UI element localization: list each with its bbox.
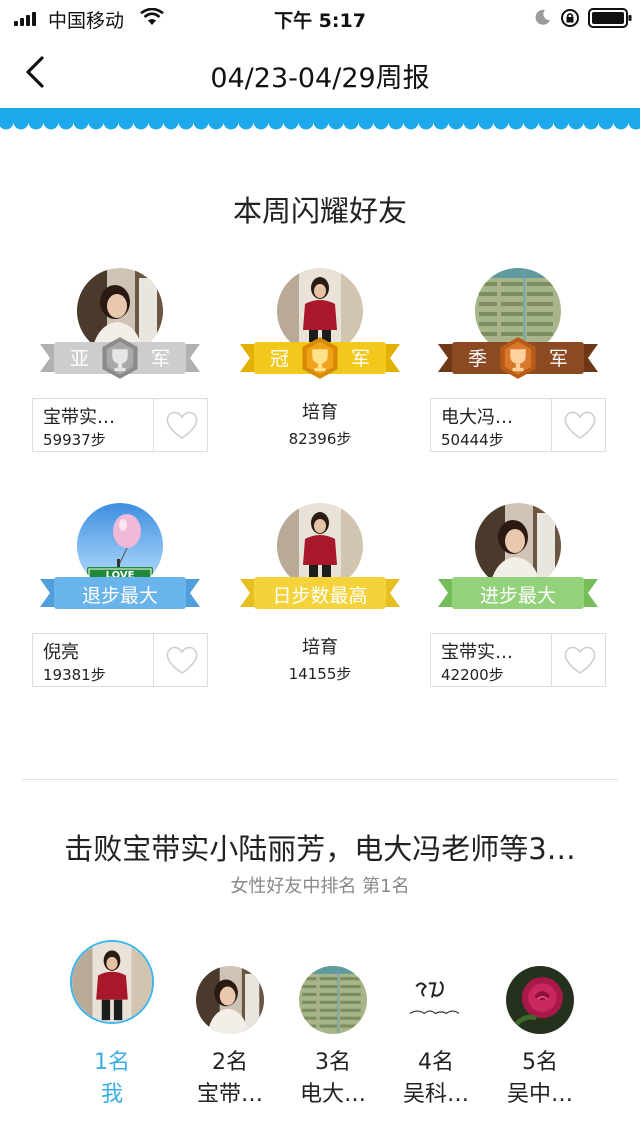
rank-number: 2名 xyxy=(212,1050,248,1075)
friend-info-box: 宝带实… 59937步 xyxy=(32,398,208,452)
ribbon-label: 退步最大 xyxy=(81,585,158,607)
trophy-icon xyxy=(500,337,536,379)
friend-name: 宝带实… xyxy=(441,642,513,663)
step-count: 59937步 xyxy=(43,431,106,449)
award-card-biggest-decline: 退步最大 倪亮 19381步 xyxy=(32,503,208,693)
step-count: 19381步 xyxy=(43,666,106,684)
section-divider xyxy=(22,779,618,780)
rank-name: 我 xyxy=(100,1082,123,1107)
rank-number: 3名 xyxy=(315,1050,351,1075)
moon-icon xyxy=(535,9,550,25)
heart-icon xyxy=(165,644,199,676)
avatar xyxy=(70,940,154,1024)
rank-name: 吴中… xyxy=(506,1082,573,1107)
award-ribbon: 日步数最高 xyxy=(240,571,400,615)
ranking-item[interactable]: 4名 吴科… xyxy=(381,940,491,1110)
rank-name: 宝带… xyxy=(196,1082,263,1107)
award-card-second-place: 亚 军 宝带实… 59937步 xyxy=(32,268,208,458)
rank-number: 4名 xyxy=(418,1050,454,1075)
avatar xyxy=(299,966,367,1034)
friend-name: 倪亮 xyxy=(43,642,79,663)
wave-divider xyxy=(0,108,640,130)
friend-info-box: 电大冯… 50444步 xyxy=(430,398,606,452)
rank-name: 电大… xyxy=(299,1082,366,1107)
section-title: 本周闪耀好友 xyxy=(232,194,407,228)
ranking-item[interactable]: 5名 吴中… xyxy=(485,940,595,1110)
rank-number: 1名 xyxy=(94,1050,130,1075)
ranking-item[interactable]: 3名 电大… xyxy=(278,940,388,1110)
ranking-item[interactable]: 2名 宝带… xyxy=(175,940,285,1110)
friend-info: 培育 82396步 xyxy=(232,398,408,449)
rank-name: 吴科… xyxy=(402,1082,469,1107)
ribbon-label: 日步数最高 xyxy=(272,585,368,607)
award-ribbon: 季 军 xyxy=(438,336,598,380)
heart-icon xyxy=(563,644,597,676)
award-card-champion: 冠 军 培育 82396步 xyxy=(232,268,408,458)
trophy-icon xyxy=(102,337,138,379)
battery-icon xyxy=(588,8,632,28)
rank-number: 5名 xyxy=(522,1050,558,1075)
award-ribbon: 冠 军 xyxy=(240,336,400,380)
avatar xyxy=(402,966,470,1034)
friend-info-box: 倪亮 19381步 xyxy=(32,633,208,687)
friend-name: 培育 xyxy=(302,402,338,423)
friend-name: 培育 xyxy=(302,637,338,658)
trophy-icon xyxy=(302,337,338,379)
award-ribbon: 亚 军 xyxy=(40,336,200,380)
step-count: 50444步 xyxy=(441,431,504,449)
status-bar: 中国移动 下午 5:17 xyxy=(0,0,640,36)
like-button[interactable] xyxy=(153,399,208,451)
award-ribbon: 退步最大 xyxy=(40,571,200,615)
step-count: 42200步 xyxy=(441,666,504,684)
friend-info: 培育 14155步 xyxy=(232,633,408,684)
rotation-lock-icon xyxy=(561,9,579,27)
avatar xyxy=(506,966,574,1034)
friend-name: 电大冯… xyxy=(441,407,513,428)
heart-icon xyxy=(563,409,597,441)
step-count: 82396步 xyxy=(288,430,352,448)
ribbon-label: 进步最大 xyxy=(479,585,556,607)
like-button[interactable] xyxy=(153,634,208,686)
like-button[interactable] xyxy=(551,634,606,686)
award-card-third-place: 季 军 电大冯… 50444步 xyxy=(430,268,606,458)
rank-summary: 女性好友中排名 第1名 xyxy=(230,876,410,897)
weekly-report-screen: 中国移动 下午 5:17 04/23-04/29周报 本周闪耀好友 亚 军 宝带… xyxy=(0,0,640,1138)
navigation-bar: 04/23-04/29周报 xyxy=(0,36,640,108)
page-title: 04/23-04/29周报 xyxy=(210,63,430,94)
heart-icon xyxy=(165,409,199,441)
friend-name: 宝带实… xyxy=(43,407,115,428)
like-button[interactable] xyxy=(551,399,606,451)
award-ribbon: 进步最大 xyxy=(438,571,598,615)
step-count: 14155步 xyxy=(288,665,352,683)
award-card-biggest-progress: 进步最大 宝带实… 42200步 xyxy=(430,503,606,693)
award-card-highest-daily-steps: 日步数最高 培育 14155步 xyxy=(232,503,408,693)
friend-info-box: 宝带实… 42200步 xyxy=(430,633,606,687)
ranking-item-me[interactable]: 1名 我 xyxy=(57,940,167,1110)
defeat-summary: 击败宝带实小陆丽芳，电大冯老师等3… xyxy=(64,832,576,866)
avatar xyxy=(196,966,264,1034)
